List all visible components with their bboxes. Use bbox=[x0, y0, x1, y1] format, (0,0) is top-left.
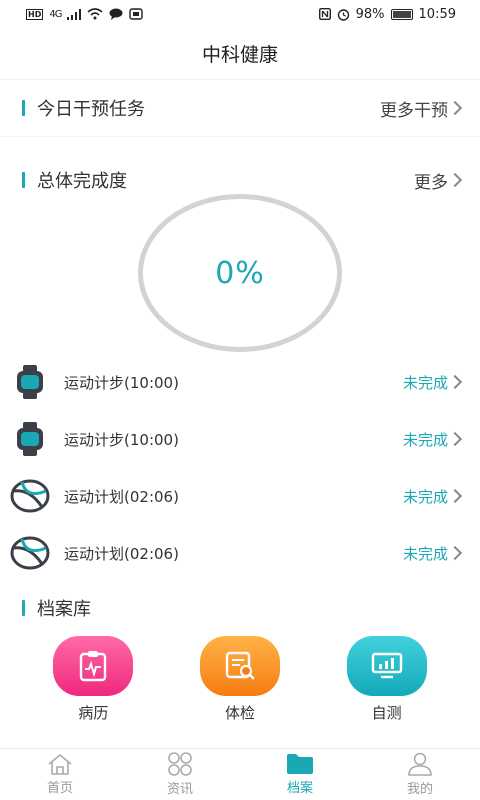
task-name: 运动计划(02:06) bbox=[64, 487, 179, 506]
ball-icon bbox=[10, 476, 50, 516]
more-link[interactable]: 更多 bbox=[414, 168, 463, 193]
archive-item-label: 自测 bbox=[371, 704, 402, 722]
status-bar: HD 4G 98% 10:59 bbox=[0, 0, 480, 28]
task-row[interactable]: 运动计步(10:00) 未完成 bbox=[0, 411, 480, 467]
chevron-right-icon bbox=[447, 374, 463, 390]
clock-time: 10:59 bbox=[418, 6, 456, 22]
task-status-label: 未完成 bbox=[402, 544, 448, 563]
battery-percent: 98% bbox=[355, 6, 385, 22]
today-tasks-label: 今日干预任务 bbox=[37, 99, 145, 120]
home-icon bbox=[48, 753, 72, 775]
archive-item-medical-record[interactable]: 病历 bbox=[43, 636, 143, 723]
section-accent-bar bbox=[22, 100, 25, 116]
task-status-label: 未完成 bbox=[402, 373, 448, 392]
task-status-link[interactable]: 未完成 bbox=[402, 486, 463, 507]
task-status-label: 未完成 bbox=[402, 487, 448, 506]
signal-icon bbox=[67, 8, 82, 20]
task-status-link[interactable]: 未完成 bbox=[402, 372, 463, 393]
archive-title: 档案库 bbox=[22, 595, 91, 621]
today-tasks-title: 今日干预任务 bbox=[22, 95, 145, 121]
archive-item-self-test[interactable]: 自测 bbox=[337, 636, 437, 723]
task-row[interactable]: 运动计划(02:06) 未完成 bbox=[0, 468, 480, 524]
section-divider bbox=[0, 136, 480, 146]
tab-label: 首页 bbox=[46, 781, 73, 796]
section-accent-bar bbox=[22, 172, 25, 188]
today-tasks-header: 今日干预任务 更多干预 bbox=[0, 88, 480, 128]
chat-icon bbox=[109, 8, 123, 20]
completion-ring: 0% bbox=[138, 194, 342, 352]
tab-label: 我的 bbox=[406, 782, 433, 797]
tab-label: 资讯 bbox=[166, 782, 193, 797]
archive-item-checkup[interactable]: 体检 bbox=[190, 636, 290, 723]
checkup-button[interactable] bbox=[199, 636, 280, 696]
tab-profile[interactable]: 我的 bbox=[360, 749, 480, 800]
task-name: 运动计划(02:06) bbox=[64, 544, 179, 563]
chevron-right-icon bbox=[447, 172, 463, 188]
task-name: 运动计步(10:00) bbox=[64, 373, 179, 392]
notification-icon bbox=[129, 8, 144, 20]
app-header: 中科健康 bbox=[0, 28, 480, 80]
archive-shortcuts: 病历 体检 自测 bbox=[0, 636, 480, 723]
tab-home[interactable]: 首页 bbox=[0, 749, 120, 800]
chevron-right-icon bbox=[447, 488, 463, 504]
medical-record-button[interactable] bbox=[53, 636, 134, 696]
battery-icon bbox=[390, 8, 413, 20]
grid-icon bbox=[168, 752, 192, 776]
nfc-icon bbox=[318, 8, 331, 20]
network-type: 4G bbox=[49, 8, 62, 20]
archive-label: 档案库 bbox=[37, 599, 91, 620]
completion-percent: 0% bbox=[215, 255, 265, 291]
bottom-tab-bar: 首页 资讯 档案 我的 bbox=[0, 748, 480, 800]
chevron-right-icon bbox=[447, 100, 463, 116]
tab-archive[interactable]: 档案 bbox=[240, 749, 360, 800]
task-status-link[interactable]: 未完成 bbox=[402, 543, 463, 564]
task-row[interactable]: 运动计步(10:00) 未完成 bbox=[0, 354, 480, 410]
more-interventions-label: 更多干预 bbox=[380, 100, 448, 121]
progress-ring: 0% bbox=[138, 194, 342, 352]
task-status-label: 未完成 bbox=[402, 430, 448, 449]
overall-completion-title: 总体完成度 bbox=[22, 167, 127, 193]
archive-item-label: 体检 bbox=[224, 704, 255, 722]
more-label: 更多 bbox=[414, 172, 448, 193]
monitor-icon bbox=[371, 652, 402, 679]
chevron-right-icon bbox=[447, 431, 463, 447]
more-interventions-link[interactable]: 更多干预 bbox=[380, 96, 463, 121]
task-row[interactable]: 运动计划(02:06) 未完成 bbox=[0, 525, 480, 581]
overall-completion-label: 总体完成度 bbox=[37, 171, 127, 192]
hd-badge: HD bbox=[26, 8, 44, 20]
status-left: HD 4G bbox=[26, 8, 144, 20]
tab-label: 档案 bbox=[286, 781, 313, 796]
tab-news[interactable]: 资讯 bbox=[120, 749, 240, 800]
section-accent-bar bbox=[22, 600, 25, 616]
task-name: 运动计步(10:00) bbox=[64, 430, 179, 449]
ball-icon bbox=[10, 533, 50, 573]
task-status-link[interactable]: 未完成 bbox=[402, 429, 463, 450]
checkup-icon bbox=[225, 651, 255, 680]
medical-record-icon bbox=[80, 651, 107, 682]
folder-icon bbox=[287, 754, 313, 774]
archive-item-label: 病历 bbox=[78, 704, 109, 722]
wifi-icon bbox=[87, 8, 103, 20]
smartwatch-icon bbox=[10, 362, 50, 402]
chevron-right-icon bbox=[447, 545, 463, 561]
user-icon bbox=[408, 752, 432, 776]
status-right: 98% 10:59 bbox=[318, 6, 456, 22]
archive-header: 档案库 bbox=[0, 588, 480, 628]
page-title: 中科健康 bbox=[201, 44, 278, 66]
self-test-button[interactable] bbox=[346, 636, 427, 696]
smartwatch-icon bbox=[10, 419, 50, 459]
alarm-icon bbox=[337, 8, 349, 21]
